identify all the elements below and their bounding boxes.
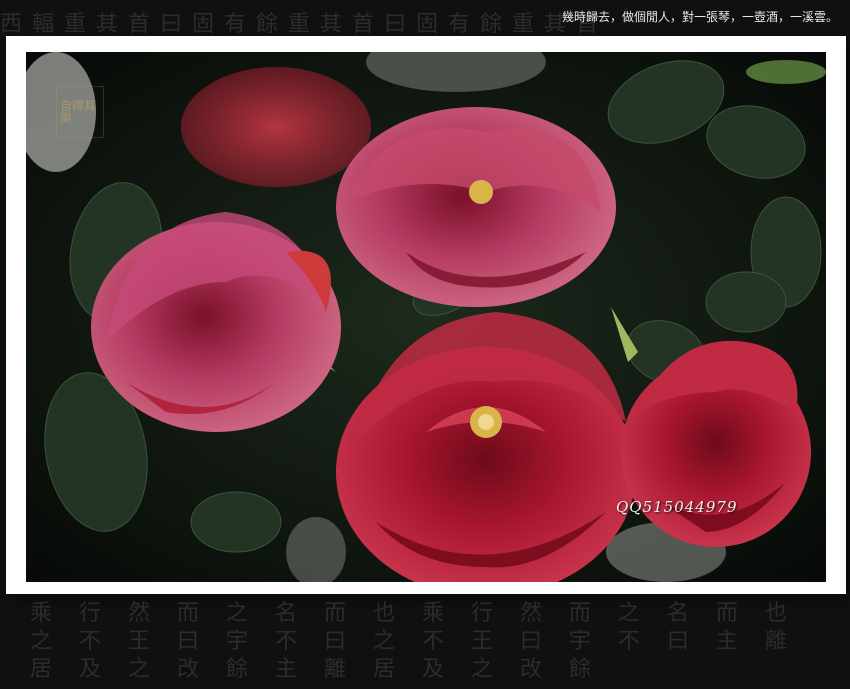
poem-caption: 幾時歸去，做個閒人，對一張琴，一壺酒，一溪雲。 [561, 10, 838, 24]
photo-frame: 自得其樂 QQ515044979 [6, 36, 846, 594]
page: 西輻重其首曰固有餘重其首曰固有餘重其首 幾時歸去，做個閒人，對一張琴，一壺酒，一… [0, 0, 850, 689]
watermark-text: QQ515044979 [616, 498, 738, 516]
artist-seal: 自得其樂 [56, 86, 104, 138]
background-calligraphy-bottom: 乘 行 然 而 之 名 而 也 乘 行 然 而 之 名 而 也 之 不 王 曰 … [30, 601, 797, 682]
